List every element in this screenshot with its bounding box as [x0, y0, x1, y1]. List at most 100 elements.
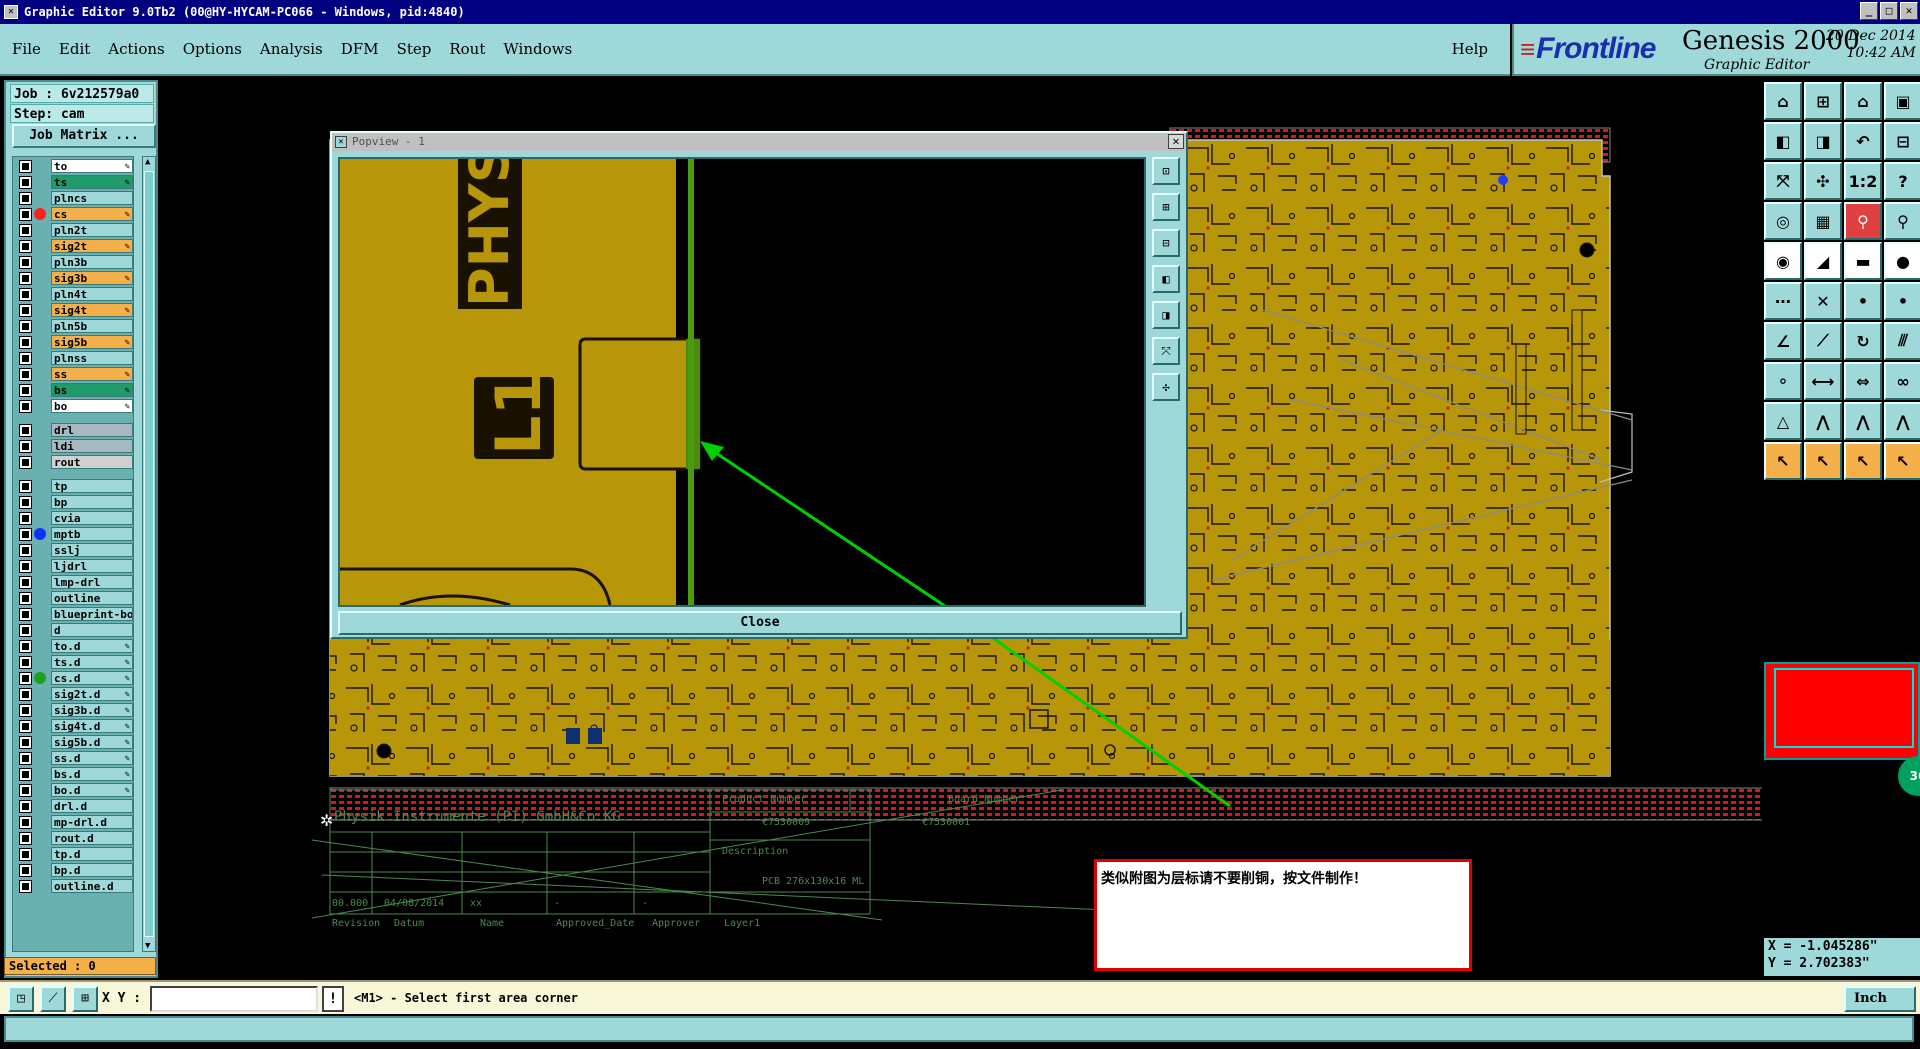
node-connect-icon[interactable]: ⋯	[1764, 282, 1802, 320]
minimize-button[interactable]: _	[1860, 2, 1878, 20]
pv-fit-icon[interactable]: ⤧	[1152, 337, 1180, 365]
layer-list-scrollbar[interactable]: ▲ ▼	[142, 156, 156, 952]
line-select-icon[interactable]: ◢	[1804, 242, 1842, 280]
layer-row[interactable]: outline.d	[13, 879, 133, 893]
layer-checkbox[interactable]	[19, 423, 32, 437]
layer-name[interactable]: sig5b ✎	[51, 335, 133, 349]
snap-icon[interactable]: ◎	[1764, 202, 1802, 240]
layer-name[interactable]: plnss	[51, 351, 133, 365]
pan-right-icon[interactable]: ◨	[1804, 122, 1842, 160]
layer-row[interactable]: bp.d	[13, 863, 133, 877]
layer-checkbox[interactable]	[19, 255, 32, 269]
layer-name[interactable]: bp.d	[51, 863, 133, 877]
arc-icon[interactable]: ↻	[1844, 322, 1882, 360]
layer-name[interactable]: bs.d ✎	[51, 767, 133, 781]
help-icon[interactable]: ?	[1884, 162, 1920, 200]
pv-pan-right-icon[interactable]: ◨	[1152, 301, 1180, 329]
menu-edit[interactable]: Edit	[59, 40, 90, 58]
layer-checkbox[interactable]	[19, 831, 32, 845]
layer-name[interactable]: drl	[51, 423, 133, 437]
scrollbar-thumb[interactable]	[144, 171, 154, 937]
layer-name[interactable]: sig4t.d ✎	[51, 719, 133, 733]
layer-checkbox[interactable]	[19, 799, 32, 813]
pad-edit-icon[interactable]: ⚬	[1764, 362, 1802, 400]
layer-checkbox[interactable]	[19, 591, 32, 605]
layer-name[interactable]: ljdrl	[51, 559, 133, 573]
scroll-down-icon[interactable]: ▼	[145, 941, 150, 951]
redo-zoom-icon[interactable]: ⊟	[1884, 122, 1920, 160]
layer-name[interactable]: sig5b.d ✎	[51, 735, 133, 749]
dimension-icon[interactable]: ▬	[1844, 242, 1882, 280]
layer-row[interactable]: mp-drl.d	[13, 815, 133, 829]
layer-name[interactable]: bo ✎	[51, 399, 133, 413]
triangle-icon[interactable]: △	[1764, 402, 1802, 440]
window-titlebar[interactable]: ✕ Graphic Editor 9.0Tb2 (00@HY-HYCAM-PC0…	[0, 0, 1920, 24]
layer-name[interactable]: outline	[51, 591, 133, 605]
layer-name[interactable]: sig2t.d ✎	[51, 687, 133, 701]
menu-step[interactable]: Step	[397, 40, 432, 58]
layer-checkbox[interactable]	[19, 239, 32, 253]
layer-name[interactable]: tp	[51, 479, 133, 493]
layer-row[interactable]: rout.d	[13, 831, 133, 845]
menu-windows[interactable]: Windows	[503, 40, 572, 58]
popview-close-icon[interactable]: ✕	[1168, 134, 1184, 149]
layer-row[interactable]: pln2t	[13, 223, 133, 237]
layer-name[interactable]: cs ✎	[51, 207, 133, 221]
layer-name[interactable]: to.d ✎	[51, 639, 133, 653]
layer-row[interactable]: rout	[13, 455, 133, 469]
pointer-target-icon[interactable]: ↖	[1844, 442, 1882, 480]
layer-row[interactable]: plnss	[13, 351, 133, 365]
layer-checkbox[interactable]	[19, 863, 32, 877]
layer-checkbox[interactable]	[19, 335, 32, 349]
layer-row[interactable]: tp	[13, 479, 133, 493]
layer-checkbox[interactable]	[19, 175, 32, 189]
layer-name[interactable]: pln5b	[51, 319, 133, 333]
measure-icon[interactable]: ⟋	[40, 986, 66, 1012]
layer-checkbox[interactable]	[19, 655, 32, 669]
menu-file[interactable]: File	[12, 40, 41, 58]
layer-row[interactable]: cvia	[13, 511, 133, 525]
layer-row[interactable]: bo ✎	[13, 399, 133, 413]
layer-checkbox[interactable]	[19, 303, 32, 317]
layer-row[interactable]: bs.d ✎	[13, 767, 133, 781]
layer-name[interactable]: cs.d ✎	[51, 671, 133, 685]
layer-checkbox[interactable]	[19, 527, 32, 541]
angle-icon[interactable]: ∠	[1764, 322, 1802, 360]
layer-row[interactable]: ldi	[13, 439, 133, 453]
layer-row[interactable]: to.d ✎	[13, 639, 133, 653]
layer-checkbox[interactable]	[19, 815, 32, 829]
split-icon[interactable]: ⫻	[1884, 322, 1920, 360]
menu-rout[interactable]: Rout	[449, 40, 485, 58]
layer-name[interactable]: sig4t ✎	[51, 303, 133, 317]
layer-row[interactable]: drl	[13, 423, 133, 437]
layer-row[interactable]: ss ✎	[13, 367, 133, 381]
fit-icon[interactable]: ⤧	[1764, 162, 1802, 200]
app-menu-icon[interactable]: ✕	[4, 5, 18, 19]
job-matrix-button[interactable]: Job Matrix ...	[12, 124, 156, 148]
layer-name[interactable]: ss ✎	[51, 367, 133, 381]
layer-name[interactable]: ts ✎	[51, 175, 133, 189]
layer-name[interactable]: ldi	[51, 439, 133, 453]
layer-checkbox[interactable]	[19, 319, 32, 333]
zoom-badge[interactable]: 36	[1898, 756, 1920, 796]
menu-help[interactable]: Help	[1452, 40, 1488, 58]
layer-row[interactable]: plncs	[13, 191, 133, 205]
layer-row[interactable]: cs ✎	[13, 207, 133, 221]
layer-checkbox[interactable]	[19, 455, 32, 469]
layer-name[interactable]: lmp-drl	[51, 575, 133, 589]
layer-name[interactable]: mp-drl.d	[51, 815, 133, 829]
layer-name[interactable]: d	[51, 623, 133, 637]
layer-checkbox[interactable]	[19, 639, 32, 653]
layer-name[interactable]: rout	[51, 455, 133, 469]
layer-row[interactable]: to ✎	[13, 159, 133, 173]
layer-name[interactable]: pln3b	[51, 255, 133, 269]
undo-zoom-icon[interactable]: ↶	[1844, 122, 1882, 160]
vertex-icon[interactable]: •	[1884, 282, 1920, 320]
pan-left-icon[interactable]: ◧	[1764, 122, 1802, 160]
layer-row[interactable]: sig2t.d ✎	[13, 687, 133, 701]
home-icon[interactable]: ⌂	[1844, 82, 1882, 120]
pv-pan-left-icon[interactable]: ◧	[1152, 265, 1180, 293]
triangle-a-icon[interactable]: ⋀	[1804, 402, 1842, 440]
layer-row[interactable]: ljdrl	[13, 559, 133, 573]
layer-checkbox[interactable]	[19, 351, 32, 365]
